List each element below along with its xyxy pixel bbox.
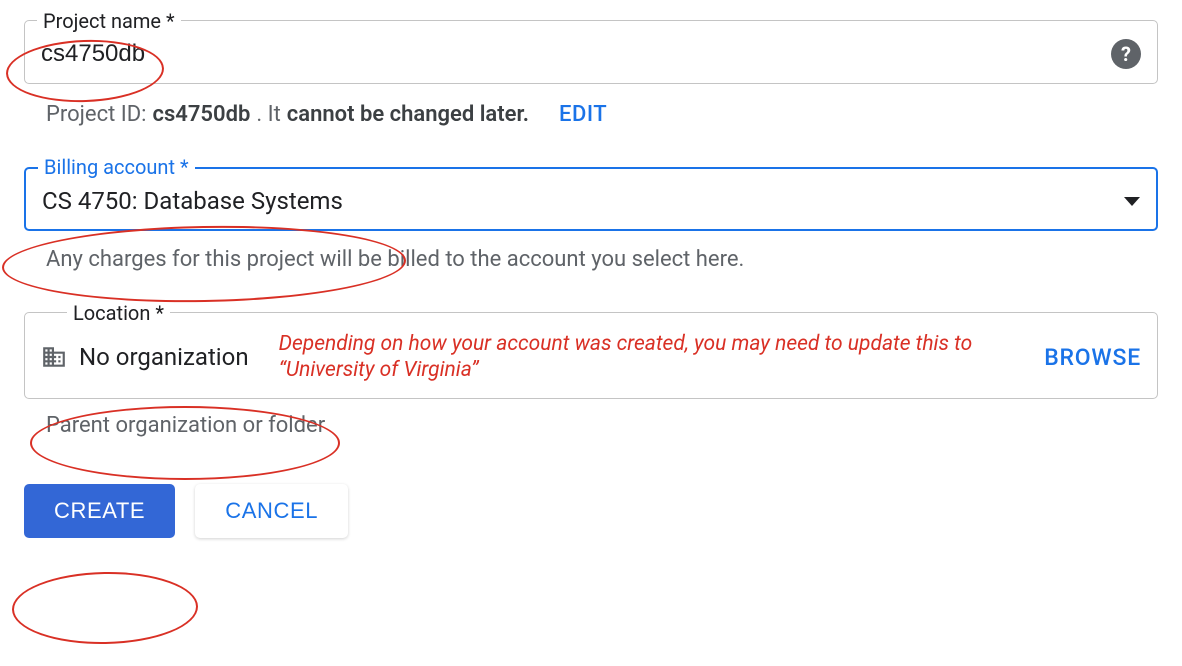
location-helper-text: Parent organization or folder (46, 413, 1158, 438)
help-icon[interactable]: ? (1111, 39, 1141, 69)
location-field: Location * No organization Depending on … (24, 312, 1158, 399)
billing-account-label: Billing account * (38, 155, 195, 179)
organization-icon (41, 344, 67, 370)
create-button[interactable]: CREATE (24, 484, 175, 538)
edit-project-id-link[interactable]: EDIT (559, 102, 607, 127)
project-name-field: Project name * ? (24, 20, 1158, 84)
annotation-circle (11, 570, 198, 645)
billing-account-selected: CS 4750: Database Systems (42, 187, 1124, 215)
project-name-input[interactable] (41, 40, 1111, 68)
browse-button[interactable]: BROWSE (1044, 344, 1141, 371)
project-id-mid: . It (256, 102, 280, 127)
project-id-prefix: Project ID: (46, 102, 147, 127)
chevron-down-icon (1124, 197, 1140, 206)
project-id-warning: cannot be changed later. (287, 102, 529, 127)
project-name-outline[interactable]: Project name * ? (24, 20, 1158, 84)
cancel-button[interactable]: CANCEL (195, 484, 348, 538)
project-name-label: Project name * (37, 9, 181, 33)
location-value: No organization (79, 343, 249, 371)
billing-account-select[interactable]: Billing account * CS 4750: Database Syst… (24, 167, 1158, 231)
billing-account-field: Billing account * CS 4750: Database Syst… (24, 167, 1158, 231)
billing-helper-text: Any charges for this project will be bil… (46, 247, 1158, 272)
project-id-row: Project ID: cs4750db . It cannot be chan… (46, 102, 1158, 127)
button-row: CREATE CANCEL (24, 484, 1158, 538)
location-annotation: Depending on how your account was create… (279, 331, 1045, 384)
location-label: Location * (67, 301, 170, 325)
project-id-value: cs4750db (153, 102, 251, 127)
location-outline: Location * No organization Depending on … (24, 312, 1158, 399)
